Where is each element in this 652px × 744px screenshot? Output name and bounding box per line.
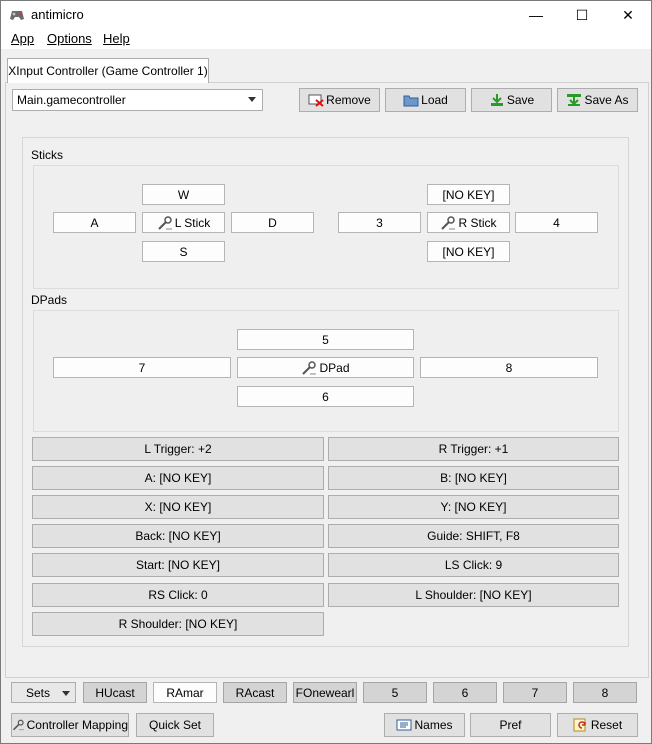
- sets-menu-button[interactable]: Sets: [11, 682, 76, 703]
- pref-button[interactable]: Pref: [470, 713, 551, 737]
- left-stick-up-button[interactable]: W: [142, 184, 225, 205]
- left-stick-left-button[interactable]: A: [53, 212, 136, 233]
- b-button[interactable]: B: [NO KEY]: [328, 466, 619, 490]
- right-stick-up-button[interactable]: [NO KEY]: [427, 184, 510, 205]
- right-stick-right-button[interactable]: 4: [515, 212, 598, 233]
- chevron-down-icon: [62, 691, 70, 696]
- save-button[interactable]: Save: [471, 88, 552, 112]
- main-window: antimicro — ☐ ✕ App Options Help XInput …: [0, 0, 652, 744]
- close-icon: ✕: [622, 6, 634, 23]
- profile-select[interactable]: Main.gamecontroller: [12, 89, 263, 111]
- set-button-5[interactable]: 5: [363, 682, 427, 703]
- folder-icon: [403, 95, 419, 107]
- remove-button[interactable]: Remove: [299, 88, 380, 112]
- controller-mapping-button[interactable]: Controller Mapping: [11, 713, 129, 737]
- set-button-3[interactable]: RAcast: [223, 682, 287, 703]
- set-button-7[interactable]: 7: [503, 682, 567, 703]
- set-button-4[interactable]: FOnewearl: [293, 682, 357, 703]
- window-title: antimicro: [31, 7, 84, 22]
- menu-bar: App Options Help: [1, 29, 651, 49]
- right-stick-button[interactable]: R Stick: [427, 212, 510, 233]
- right-stick-left-button[interactable]: 3: [338, 212, 421, 233]
- dpad-down-button[interactable]: 6: [237, 386, 414, 407]
- names-icon: [396, 719, 412, 731]
- menu-app[interactable]: App: [11, 31, 34, 46]
- save-as-button[interactable]: Save As: [557, 88, 638, 112]
- sticks-label: Sticks: [31, 148, 64, 162]
- dpad-up-button[interactable]: 5: [237, 329, 414, 350]
- maximize-button[interactable]: ☐: [559, 1, 605, 29]
- menu-help[interactable]: Help: [103, 31, 130, 46]
- wrench-icon: [302, 360, 317, 375]
- minimize-button[interactable]: —: [513, 1, 559, 29]
- menu-options[interactable]: Options: [47, 31, 92, 46]
- save-as-icon: [567, 94, 582, 106]
- left-stick-down-button[interactable]: S: [142, 241, 225, 262]
- guide-button[interactable]: Guide: SHIFT, F8: [328, 524, 619, 548]
- set-button-6[interactable]: 6: [433, 682, 497, 703]
- start-button[interactable]: Start: [NO KEY]: [32, 553, 324, 577]
- tab-pane: Main.gamecontroller Remove Load Save Sav…: [5, 82, 649, 678]
- dpad-right-button[interactable]: 8: [420, 357, 598, 378]
- back-button[interactable]: Back: [NO KEY]: [32, 524, 324, 548]
- reset-icon: [573, 718, 586, 732]
- minimize-icon: —: [529, 7, 543, 23]
- dpad-button[interactable]: DPad: [237, 357, 414, 378]
- names-button[interactable]: Names: [384, 713, 465, 737]
- chevron-down-icon: [248, 97, 256, 102]
- left-stick-right-button[interactable]: D: [231, 212, 314, 233]
- x-button[interactable]: X: [NO KEY]: [32, 495, 324, 519]
- tab-controller[interactable]: XInput Controller (Game Controller 1): [7, 58, 209, 83]
- quick-set-button[interactable]: Quick Set: [136, 713, 214, 737]
- dpads-label: DPads: [31, 293, 68, 307]
- r-shoulder-button[interactable]: R Shoulder: [NO KEY]: [32, 612, 324, 636]
- maximize-icon: ☐: [575, 6, 589, 23]
- save-icon: [490, 94, 503, 106]
- set-button-8[interactable]: 8: [573, 682, 637, 703]
- close-button[interactable]: ✕: [605, 1, 651, 29]
- title-bar: antimicro — ☐ ✕: [1, 1, 651, 29]
- y-button[interactable]: Y: [NO KEY]: [328, 495, 619, 519]
- rs-click-button[interactable]: RS Click: 0: [32, 583, 324, 607]
- right-stick-down-button[interactable]: [NO KEY]: [427, 241, 510, 262]
- gamepad-icon: [10, 11, 24, 20]
- wrench-icon: [157, 215, 172, 230]
- load-button[interactable]: Load: [385, 88, 466, 112]
- left-stick-button[interactable]: L Stick: [142, 212, 225, 233]
- ls-click-button[interactable]: LS Click: 9: [328, 553, 619, 577]
- remove-icon: [308, 94, 324, 107]
- dpad-left-button[interactable]: 7: [53, 357, 231, 378]
- reset-button[interactable]: Reset: [557, 713, 638, 737]
- r-trigger-button[interactable]: R Trigger: +1: [328, 437, 619, 461]
- set-button-2[interactable]: RAmar: [153, 682, 217, 703]
- set-button-1[interactable]: HUcast: [83, 682, 147, 703]
- l-trigger-button[interactable]: L Trigger: +2: [32, 437, 324, 461]
- a-button[interactable]: A: [NO KEY]: [32, 466, 324, 490]
- l-shoulder-button[interactable]: L Shoulder: [NO KEY]: [328, 583, 619, 607]
- wrench-icon: [13, 719, 24, 731]
- mapping-area: Sticks W A L Stick D S [NO KEY] 3 R Stic…: [22, 137, 629, 647]
- profile-select-value: Main.gamecontroller: [17, 93, 126, 107]
- wrench-icon: [441, 215, 456, 230]
